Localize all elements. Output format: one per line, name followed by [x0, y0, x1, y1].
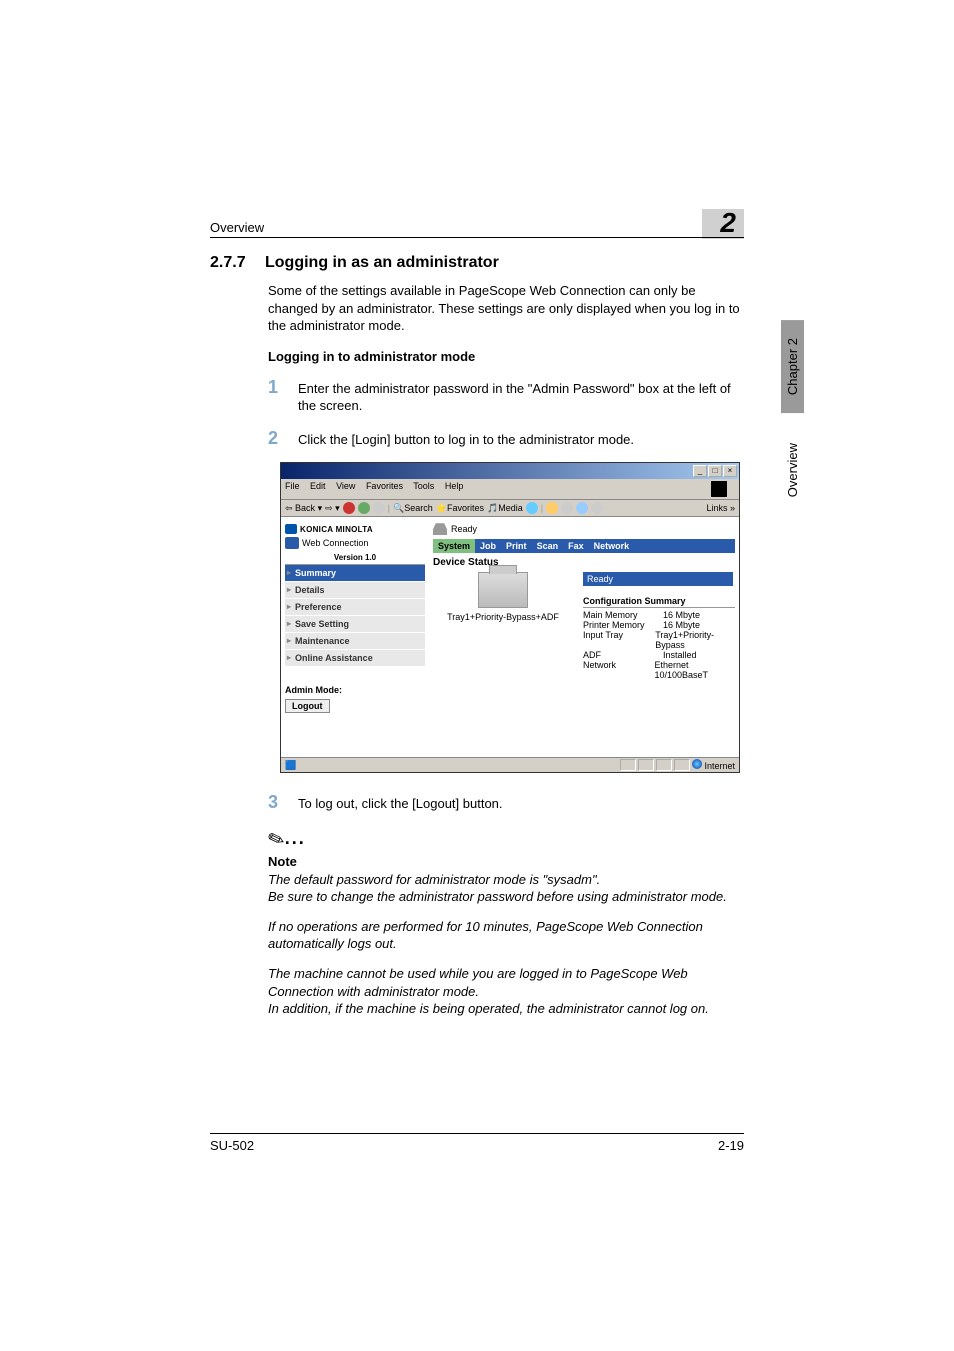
conf-printer-memory-value: 16 Mbyte: [663, 620, 700, 630]
conf-adf-value: Installed: [663, 650, 697, 660]
tab-fax[interactable]: Fax: [563, 539, 589, 553]
conf-network-label: Network: [583, 660, 655, 680]
links-button[interactable]: Links »: [706, 503, 735, 513]
menu-help[interactable]: Help: [445, 481, 464, 491]
step-number-2: 2: [268, 429, 298, 447]
internet-zone-icon: [692, 759, 702, 769]
device-image-icon: [478, 572, 528, 608]
conf-adf-label: ADF: [583, 650, 663, 660]
ie-logo-icon: [711, 481, 727, 497]
browser-toolbar: ⇦ Back ▾ ⇨ ▾ | 🔍Search ⭐Favorites 🎵Media…: [281, 500, 739, 517]
back-button[interactable]: ⇦ Back ▾: [285, 503, 322, 514]
step-text-1: Enter the administrator password in the …: [298, 378, 745, 415]
tab-system[interactable]: System: [433, 539, 475, 553]
minimize-icon[interactable]: _: [693, 465, 707, 477]
tab-print[interactable]: Print: [501, 539, 532, 553]
printer-status-text: Ready: [451, 524, 477, 534]
status-cell: [638, 759, 654, 771]
tab-bar: System Job Print Scan Fax Network: [433, 539, 735, 553]
footer-page: 2-19: [718, 1138, 744, 1153]
tab-network[interactable]: Network: [589, 539, 635, 553]
side-tab-overview: Overview: [781, 425, 804, 515]
printer-status-icon: [433, 523, 447, 535]
intro-paragraph: Some of the settings available in PageSc…: [268, 282, 745, 335]
sidebar-item-summary[interactable]: Summary: [285, 565, 425, 582]
section-title: Logging in as an administrator: [265, 254, 499, 271]
conf-printer-memory-label: Printer Memory: [583, 620, 663, 630]
menu-file[interactable]: File: [285, 481, 300, 491]
conf-network-value: Ethernet 10/100BaseT: [655, 660, 736, 680]
maximize-icon[interactable]: □: [708, 465, 722, 477]
note-paragraph: If no operations are performed for 10 mi…: [268, 918, 745, 953]
step-text-2: Click the [Login] button to log in to th…: [298, 429, 634, 449]
status-cell: [674, 759, 690, 771]
refresh-icon[interactable]: [358, 502, 370, 514]
browser-screenshot: _ □ × File Edit View Favorites Tools Hel…: [280, 462, 740, 773]
brand-text: KONICA MINOLTA: [300, 525, 373, 534]
sidebar-item-online-assistance[interactable]: Online Assistance: [285, 650, 425, 667]
status-cell: [620, 759, 636, 771]
conf-input-tray-label: Input Tray: [583, 630, 655, 650]
print-icon[interactable]: [561, 502, 573, 514]
sidebar-item-details[interactable]: Details: [285, 582, 425, 599]
admin-mode-label: Admin Mode:: [285, 685, 425, 695]
menu-favorites[interactable]: Favorites: [366, 481, 403, 491]
mail-icon[interactable]: [546, 502, 558, 514]
tab-scan[interactable]: Scan: [532, 539, 564, 553]
sidebar-item-save-setting[interactable]: Save Setting: [285, 616, 425, 633]
close-icon[interactable]: ×: [723, 465, 737, 477]
window-titlebar: _ □ ×: [281, 463, 739, 479]
step-text-3: To log out, click the [Logout] button.: [298, 793, 503, 813]
status-done-icon: 🟦: [285, 760, 296, 771]
step-number-3: 3: [268, 793, 298, 811]
section-number: 2.7.7: [210, 254, 265, 272]
sidebar-item-maintenance[interactable]: Maintenance: [285, 633, 425, 650]
side-tab-chapter: Chapter 2: [781, 320, 804, 413]
menubar: File Edit View Favorites Tools Help: [281, 479, 739, 500]
browser-statusbar: 🟦 Internet: [281, 757, 739, 772]
note-paragraph: The default password for administrator m…: [268, 871, 745, 906]
favorites-button[interactable]: ⭐Favorites: [436, 503, 484, 514]
stop-icon[interactable]: [343, 502, 355, 514]
forward-button[interactable]: ⇨ ▾: [325, 503, 340, 514]
conf-main-memory-value: 16 Mbyte: [663, 610, 700, 620]
search-button[interactable]: 🔍Search: [393, 503, 433, 514]
conf-main-memory-label: Main Memory: [583, 610, 663, 620]
conf-input-tray-value: Tray1+Priority-Bypass: [655, 630, 735, 650]
note-dots: ...: [285, 828, 306, 848]
device-caption: Tray1+Priority-Bypass+ADF: [433, 612, 573, 622]
history-icon[interactable]: [526, 502, 538, 514]
footer-model: SU-502: [210, 1138, 254, 1153]
ready-badge: Ready: [583, 572, 733, 586]
discuss-icon[interactable]: [591, 502, 603, 514]
product-logo-icon: [285, 537, 299, 549]
sidebar-item-preference[interactable]: Preference: [285, 599, 425, 616]
menu-view[interactable]: View: [336, 481, 355, 491]
subheading: Logging in to administrator mode: [268, 349, 745, 364]
logout-button[interactable]: Logout: [285, 699, 330, 713]
running-head: Overview: [210, 220, 264, 235]
step-number-1: 1: [268, 378, 298, 396]
version-label: Version 1.0: [285, 551, 425, 565]
menu-edit[interactable]: Edit: [310, 481, 326, 491]
edit-icon[interactable]: [576, 502, 588, 514]
media-button[interactable]: 🎵Media: [487, 503, 523, 514]
brand-logo-icon: [285, 524, 297, 534]
note-label: Note: [268, 854, 745, 869]
home-icon[interactable]: [373, 502, 385, 514]
config-table: Main Memory16 Mbyte Printer Memory16 Mby…: [583, 610, 735, 680]
section-heading: 2.7.7Logging in as an administrator: [210, 254, 745, 272]
menu-tools[interactable]: Tools: [413, 481, 434, 491]
config-summary-title: Configuration Summary: [583, 596, 735, 608]
note-paragraph: The machine cannot be used while you are…: [268, 965, 745, 1018]
tab-job[interactable]: Job: [475, 539, 501, 553]
status-zone: Internet: [704, 761, 735, 771]
chapter-badge: 2: [702, 209, 744, 239]
device-status-heading: Device Status: [433, 553, 735, 572]
product-name: Web Connection: [302, 538, 368, 548]
status-cell: [656, 759, 672, 771]
